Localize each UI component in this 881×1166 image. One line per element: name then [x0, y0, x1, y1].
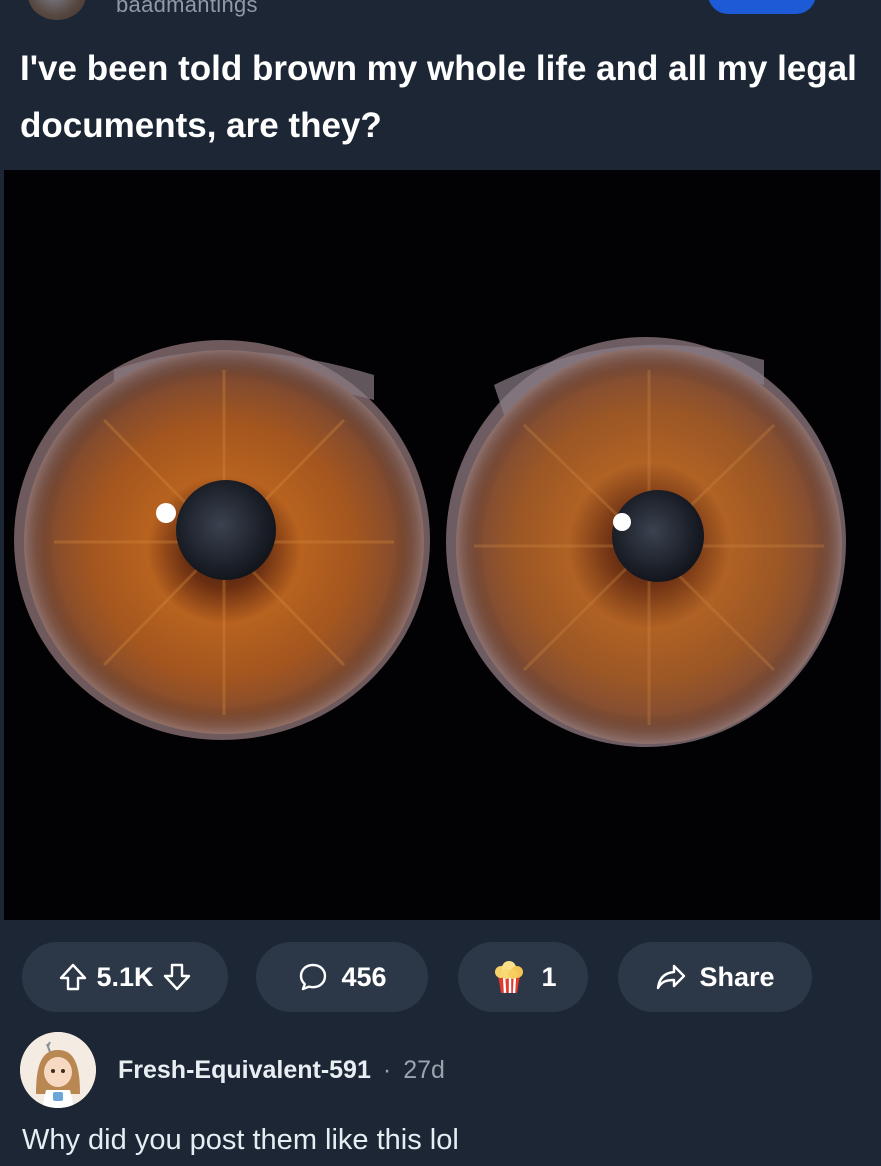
post-username[interactable]: baadmantings	[116, 0, 258, 18]
post-action-bar: 5.1K 456 1 Share	[0, 920, 881, 1030]
right-iris	[446, 337, 846, 747]
comments-button[interactable]: 456	[256, 942, 428, 1012]
share-label: Share	[699, 961, 775, 992]
comment-count: 456	[341, 961, 387, 992]
share-arrow-icon	[655, 962, 687, 992]
left-iris	[14, 340, 430, 740]
award-count: 1	[541, 961, 557, 992]
subreddit-avatar[interactable]	[28, 0, 86, 20]
arrow-up-icon[interactable]	[58, 962, 88, 992]
speech-bubble-icon	[297, 961, 329, 993]
arrow-down-icon[interactable]	[162, 962, 192, 992]
join-button[interactable]	[708, 0, 816, 14]
commenter-avatar[interactable]	[20, 1032, 96, 1108]
post-title: I've been told brown my whole life and a…	[20, 49, 857, 145]
two-brown-irises-image	[14, 337, 846, 747]
vote-control: 5.1K	[22, 942, 228, 1012]
comment-body: Why did you post them like this lol	[22, 1124, 459, 1156]
post-screenshot: baadmantings I've been told brown my who…	[0, 0, 881, 1166]
post-image[interactable]	[4, 170, 880, 920]
post-header: baadmantings I've been told brown my who…	[0, 0, 881, 168]
vote-count: 5.1K	[96, 961, 154, 992]
comment-meta: Fresh-Equivalent-591 · 27d	[118, 1052, 445, 1088]
award-button[interactable]: 1	[458, 942, 588, 1012]
comment-author[interactable]: Fresh-Equivalent-591	[118, 1056, 371, 1085]
meta-separator: ·	[382, 1055, 392, 1084]
share-button[interactable]: Share	[618, 942, 812, 1012]
popcorn-award-icon	[489, 957, 529, 997]
comment-age: 27d	[403, 1055, 445, 1084]
